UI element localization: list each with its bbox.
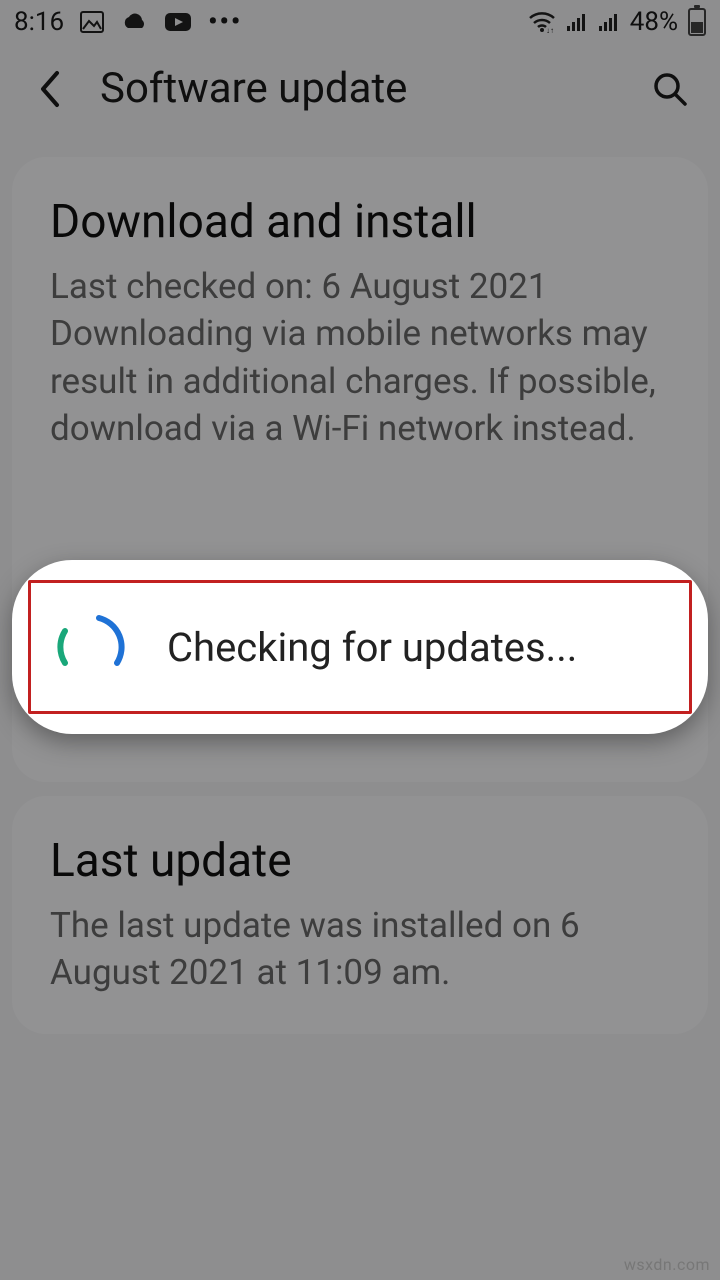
more-icon: •••	[208, 7, 242, 37]
last-update-card[interactable]: Last update The last update was installe…	[12, 796, 708, 1035]
search-button[interactable]	[650, 69, 690, 109]
svg-text:↓↑: ↓↑	[546, 26, 554, 33]
download-install-desc: Last checked on: 6 August 2021 Downloadi…	[50, 263, 670, 452]
status-bar: 8:16 ••• ↓↑ 48%	[0, 0, 720, 44]
spinner-icon	[49, 605, 133, 689]
last-update-desc: The last update was installed on 6 Augus…	[50, 902, 670, 997]
status-time: 8:16	[14, 7, 64, 37]
battery-percentage: 48%	[630, 7, 678, 37]
download-install-title: Download and install	[50, 195, 670, 249]
last-update-title: Last update	[50, 834, 670, 888]
image-icon	[80, 11, 104, 33]
youtube-icon	[164, 12, 192, 32]
checking-updates-dialog: Checking for updates...	[12, 560, 708, 734]
signal-icon-2	[598, 12, 620, 32]
page-header: Software update	[0, 44, 720, 143]
page-title: Software update	[100, 64, 620, 113]
wifi-icon: ↓↑	[528, 11, 556, 33]
cloud-icon	[120, 12, 148, 32]
dialog-text: Checking for updates...	[167, 624, 577, 671]
battery-icon	[688, 8, 706, 36]
signal-icon-1	[566, 12, 588, 32]
dialog-highlight-box: Checking for updates...	[28, 580, 692, 714]
watermark: wsxdn.com	[624, 1255, 710, 1274]
back-button[interactable]	[30, 69, 70, 109]
